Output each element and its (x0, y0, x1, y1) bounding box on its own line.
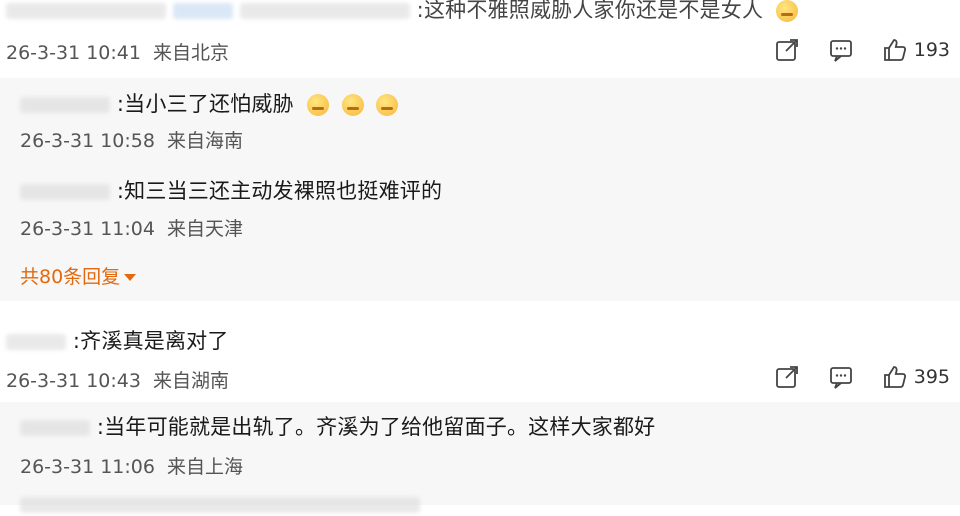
comment-icon[interactable] (828, 37, 854, 63)
more-replies-label: 共80条回复 (20, 266, 121, 288)
reply-location: 来自海南 (167, 130, 244, 152)
reply-date: 26-3-31 10:58 (20, 130, 155, 152)
reply-date: 26-3-31 11:04 (20, 218, 155, 240)
emoji-icon (306, 94, 329, 116)
blurred-username (20, 420, 90, 436)
blurred-reply-target (239, 3, 410, 19)
reply-content-cutoff (20, 492, 420, 516)
share-icon[interactable] (774, 37, 800, 63)
blurred-avatar (172, 3, 233, 19)
comment-actions: 193 (774, 37, 950, 63)
comment-actions: 395 (774, 364, 950, 390)
comment-location: 来自北京 (153, 42, 230, 64)
comment-meta: 26-3-31 10:41 来自北京 (6, 38, 235, 65)
reply-text: :知三当三还主动发裸照也挺难评的 (116, 179, 443, 203)
thumbs-up-icon (882, 364, 908, 390)
comment-date: 26-3-31 10:41 (6, 42, 141, 64)
comment-content: :齐溪真是离对了 (6, 325, 229, 355)
reply-location: 来自上海 (167, 456, 244, 478)
comment-meta: 26-3-31 10:43 来自湖南 (6, 366, 235, 393)
blurred-username (20, 184, 110, 200)
reply-content: :当年可能就是出轨了。齐溪为了给他留面子。这样大家都好 (20, 411, 655, 441)
emoji-icon (341, 94, 364, 116)
view-more-replies-link[interactable]: 共80条回复 (20, 262, 137, 289)
comment-location: 来自湖南 (153, 370, 230, 392)
comment-text: :这种不雅照威胁人家你还是不是女人 (416, 0, 764, 22)
reply-text: :当年可能就是出轨了。齐溪为了给他留面子。这样大家都好 (96, 415, 656, 439)
blurred-reply-text (20, 497, 420, 513)
emoji-icon (376, 94, 399, 116)
comment-content: :这种不雅照威胁人家你还是不是女人 (6, 0, 799, 24)
comment-icon[interactable] (828, 364, 854, 390)
emoji-icon (776, 0, 799, 22)
like-button[interactable]: 193 (882, 37, 950, 63)
reply-text: :当小三了还怕威胁 (116, 92, 294, 116)
reply-content: :当小三了还怕威胁 (20, 88, 399, 118)
comment-date: 26-3-31 10:43 (6, 370, 141, 392)
thumbs-up-icon (882, 37, 908, 63)
reply-meta: 26-3-31 10:58 来自海南 (20, 126, 249, 153)
reply-location: 来自天津 (167, 218, 244, 240)
caret-down-icon (124, 273, 137, 281)
blurred-username (6, 334, 66, 350)
blurred-username (20, 97, 110, 113)
like-button[interactable]: 395 (882, 364, 950, 390)
like-count: 193 (913, 39, 950, 61)
like-count: 395 (913, 366, 950, 388)
comment-text: :齐溪真是离对了 (72, 329, 229, 353)
reply-meta: 26-3-31 11:04 来自天津 (20, 214, 249, 241)
reply-meta: 26-3-31 11:06 来自上海 (20, 452, 249, 479)
reply-date: 26-3-31 11:06 (20, 456, 155, 478)
reply-content: :知三当三还主动发裸照也挺难评的 (20, 175, 442, 205)
share-icon[interactable] (774, 364, 800, 390)
blurred-username (6, 3, 166, 19)
